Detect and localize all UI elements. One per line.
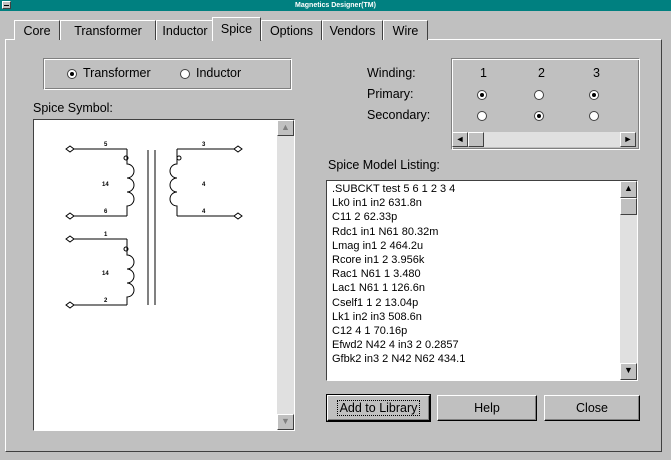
listing-line: Efwd2 N42 4 in3 2 0.2857 (332, 339, 459, 352)
transformer-radio-label: Transformer (83, 66, 151, 80)
help-button[interactable]: Help (437, 395, 537, 421)
tab-label: Inductor (162, 24, 208, 38)
winding-label: Winding: (367, 66, 416, 80)
tab-inductor[interactable]: Inductor (156, 20, 214, 40)
tab-label: Core (23, 24, 51, 38)
add-to-library-label: Add to Library (336, 400, 421, 416)
spice-symbol-panel: 5 14 6 3 4 4 1 14 2 ▲ ▼ (33, 119, 295, 431)
listing-line: Cself1 1 2 13.04p (332, 296, 419, 309)
listing-line: Lk1 in2 in3 508.6n (332, 310, 422, 323)
system-menu-icon[interactable] (2, 1, 11, 9)
add-to-library-button[interactable]: Add to Library (326, 394, 431, 422)
polarity-dot-icon (176, 155, 182, 161)
primary-label: Primary: (367, 87, 414, 101)
title-bar: Magnetics Designer(TM) (0, 0, 671, 11)
scroll-down-icon[interactable]: ▼ (620, 363, 637, 380)
scroll-left-icon[interactable]: ◄ (452, 132, 468, 147)
spice-symbol-label: Spice Symbol: (33, 101, 113, 115)
tab-spice[interactable]: Spice (212, 17, 261, 41)
winding-scrollbar[interactable]: ◄ ► (452, 132, 636, 147)
scroll-right-icon[interactable]: ► (620, 132, 636, 147)
close-label: Close (576, 401, 608, 415)
pin-5-terminal (65, 145, 75, 153)
secondary-winding-3-radio[interactable] (589, 111, 599, 121)
scroll-up-icon[interactable]: ▲ (620, 181, 637, 198)
tab-label: Spice (220, 22, 253, 36)
listing-line: C11 2 62.33p (332, 211, 398, 224)
inductor-radio[interactable] (180, 69, 190, 79)
listing-line: Lmag in1 2 464.2u (332, 239, 424, 252)
listing-line: Lac1 N61 1 126.6n (332, 282, 425, 295)
turns-label: 14 (102, 271, 109, 277)
listing-line: Lk0 in1 in2 631.8n (332, 197, 422, 210)
pin-label: 3 (202, 142, 206, 148)
help-label: Help (474, 401, 500, 415)
tab-label: Options (269, 24, 314, 38)
mode-group (43, 58, 292, 90)
inductor-radio-label: Inductor (196, 66, 242, 80)
scroll-down-icon[interactable]: ▼ (277, 414, 294, 430)
pin-label: 4 (202, 209, 206, 215)
turns-label: 14 (102, 182, 109, 188)
close-button[interactable]: Close (544, 395, 640, 421)
tab-options[interactable]: Options (261, 20, 322, 40)
scroll-up-icon[interactable]: ▲ (277, 120, 294, 136)
primary-winding-2-radio[interactable] (534, 90, 544, 100)
listing-line: Gfbk2 in3 2 N42 N62 434.1 (332, 353, 466, 366)
tab-vendors[interactable]: Vendors (322, 20, 383, 40)
listing-line: C12 4 1 70.16p (332, 325, 408, 337)
secondary-label: Secondary: (367, 108, 431, 122)
pin-3-terminal (233, 145, 243, 153)
winding-column-1: 1 (480, 66, 487, 80)
primary-winding-3-radio[interactable] (589, 90, 599, 100)
pin-1-terminal (65, 235, 75, 243)
turns-label: 4 (202, 182, 206, 188)
listing-line: Rac1 N61 1 3.480 (332, 268, 421, 281)
scroll-thumb[interactable] (620, 198, 637, 215)
listing-scrollbar[interactable]: ▲ ▼ (620, 181, 637, 380)
tab-label: Transformer (74, 24, 142, 38)
tab-wire[interactable]: Wire (383, 20, 428, 40)
winding-column-2: 2 (538, 66, 545, 80)
symbol-scrollbar[interactable]: ▲ ▼ (277, 120, 294, 430)
tab-transformer[interactable]: Transformer (60, 20, 156, 40)
pin-label: 2 (104, 298, 108, 304)
pin-label: 5 (104, 142, 108, 148)
spice-listing-box[interactable]: .SUBCKT test 5 6 1 2 3 4 Lk0 in1 in2 631.… (326, 180, 638, 381)
pin-6-terminal (65, 212, 75, 220)
pin-label: 6 (104, 209, 108, 215)
secondary-winding-2-radio[interactable] (534, 111, 544, 121)
tab-label: Vendors (329, 24, 376, 38)
listing-line: Rcore in1 2 3.956k (332, 254, 425, 266)
listing-line: .SUBCKT test 5 6 1 2 3 4 (332, 183, 456, 195)
winding-column-3: 3 (593, 66, 600, 80)
pin-4-terminal (233, 212, 243, 220)
pin-label: 1 (104, 232, 108, 238)
window-title: Magnetics Designer(TM) (295, 2, 376, 9)
secondary-winding-1-radio[interactable] (477, 111, 487, 121)
listing-label: Spice Model Listing: (328, 158, 440, 172)
tab-core[interactable]: Core (14, 20, 60, 40)
pin-2-terminal (65, 301, 75, 309)
scroll-thumb[interactable] (468, 132, 484, 147)
tab-label: Wire (392, 24, 419, 38)
primary-winding-1-radio[interactable] (477, 90, 487, 100)
listing-line: Rdc1 in1 N61 80.32m (332, 225, 439, 238)
transformer-radio[interactable] (67, 69, 77, 79)
transformer-symbol: 5 14 6 3 4 4 1 14 2 (65, 142, 243, 309)
